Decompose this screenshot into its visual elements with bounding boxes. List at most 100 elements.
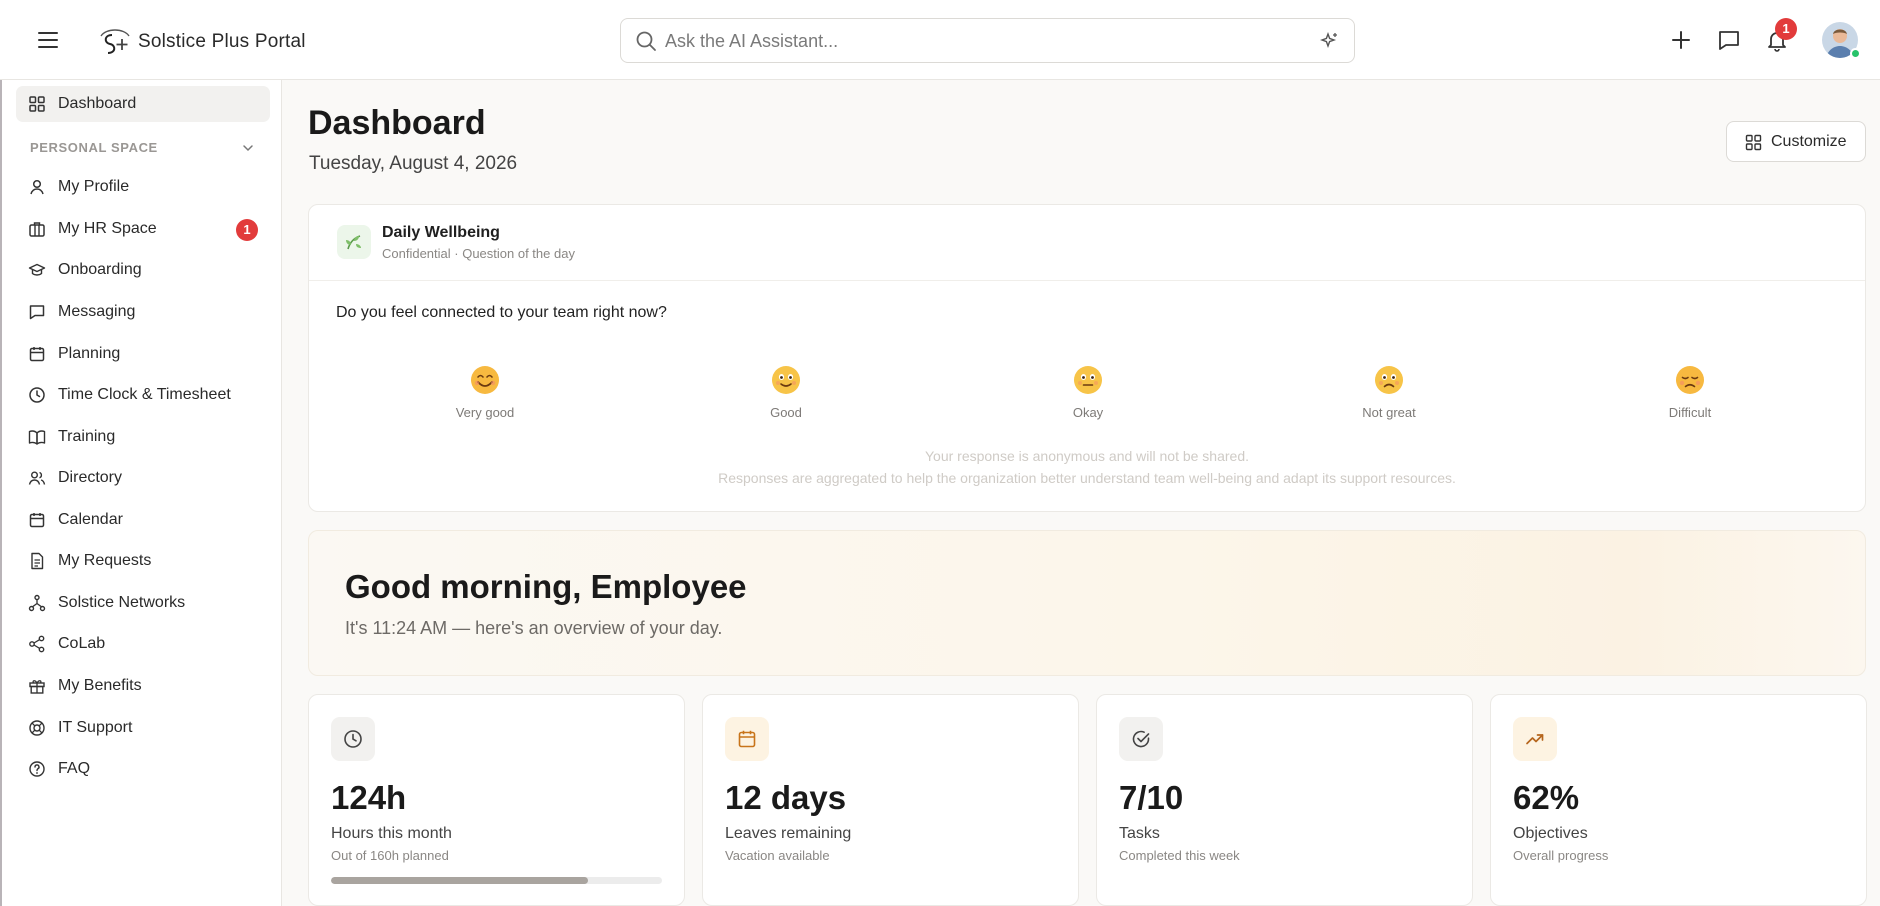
sidebar-item-directory[interactable]: Directory	[16, 460, 270, 496]
wellbeing-subtitle: Confidential · Question of the day	[382, 246, 575, 261]
mood-label: Okay	[1072, 405, 1104, 420]
mood-option-not-great[interactable]: Not great	[1329, 355, 1449, 425]
sidebar-item-label: FAQ	[58, 760, 91, 777]
section-label-personal-space: PERSONAL SPACE	[30, 140, 158, 155]
sidebar-item-label: Training	[58, 428, 116, 445]
wellbeing-question: Do you feel connected to your team right…	[336, 304, 667, 321]
stat-subtext: Overall progress	[1513, 848, 1609, 863]
mood-label: Very good	[455, 405, 515, 420]
sparkles-icon[interactable]	[1320, 31, 1340, 51]
hr-space-badge: 1	[236, 219, 258, 241]
sidebar-item-label: My Benefits	[58, 677, 142, 694]
briefcase-icon	[29, 222, 45, 237]
ai-search-bar[interactable]	[620, 18, 1355, 63]
network-icon	[28, 594, 46, 612]
customize-button[interactable]: Customize	[1726, 121, 1866, 162]
mood-label: Good	[770, 405, 802, 420]
calendar-icon	[725, 717, 769, 761]
online-status-indicator	[1850, 48, 1861, 59]
stat-card-hours[interactable]: 124h Hours this month Out of 160h planne…	[308, 694, 685, 906]
stat-card-tasks[interactable]: 7/10 Tasks Completed this week	[1096, 694, 1473, 906]
stat-subtext: Vacation available	[725, 848, 830, 863]
stat-value: 12 days	[725, 779, 847, 816]
wellbeing-title: Daily Wellbeing	[382, 224, 500, 241]
greeting-banner: Good morning, Employee It's 11:24 AM — h…	[308, 530, 1866, 676]
hours-progress-fill	[331, 877, 588, 884]
stat-value: 7/10	[1119, 779, 1184, 816]
document-icon	[31, 552, 44, 570]
add-button[interactable]	[1665, 24, 1697, 56]
sidebar-item-planning[interactable]: Planning	[16, 336, 270, 372]
sidebar-item-colab[interactable]: CoLab	[16, 626, 270, 662]
stat-value: 124h	[331, 779, 407, 816]
sidebar-item-solstice-networks[interactable]: Solstice Networks	[16, 585, 270, 621]
clock-icon	[29, 387, 45, 403]
mood-option-difficult[interactable]: Difficult	[1630, 355, 1750, 425]
lifebuoy-icon	[29, 720, 45, 736]
help-icon	[29, 761, 45, 777]
wellbeing-card: Daily Wellbeing Confidential · Question …	[308, 204, 1866, 512]
sidebar-item-my-benefits[interactable]: My Benefits	[16, 668, 270, 704]
greeting-title: Good morning, Employee	[345, 568, 747, 605]
app-title: Solstice Plus Portal	[138, 31, 306, 52]
stat-card-leaves[interactable]: 12 days Leaves remaining Vacation availa…	[702, 694, 1079, 906]
message-icon	[1719, 31, 1739, 50]
search-icon	[636, 31, 656, 51]
sidebar-item-time-clock[interactable]: Time Clock & Timesheet	[16, 377, 270, 413]
smiling-face-icon	[471, 366, 499, 394]
wellbeing-header: Daily Wellbeing Confidential · Question …	[309, 205, 1865, 281]
calendar-icon	[29, 513, 45, 528]
sidebar-item-faq[interactable]: FAQ	[16, 751, 270, 787]
messages-button[interactable]	[1713, 24, 1745, 56]
top-bar: Solstice Plus Portal 1	[0, 0, 1880, 80]
frowning-face-icon	[1375, 366, 1403, 394]
mood-label: Not great	[1362, 405, 1416, 420]
grid-icon	[29, 96, 45, 112]
sidebar-item-my-hr-space[interactable]: My HR Space 1	[16, 211, 270, 247]
ai-search-input[interactable]	[665, 25, 1285, 57]
stat-label: Hours this month	[331, 825, 452, 842]
slightly-smiling-face-icon	[772, 366, 800, 394]
chevron-down-icon[interactable]	[240, 140, 256, 156]
stat-label: Leaves remaining	[725, 825, 852, 842]
calendar-icon	[29, 347, 45, 362]
hours-progress-bar	[331, 877, 662, 884]
book-icon	[28, 430, 46, 445]
graduation-cap-icon	[28, 263, 46, 276]
mood-option-okay[interactable]: Okay	[1028, 355, 1148, 425]
sidebar: Dashboard PERSONAL SPACE My Profile My H…	[0, 80, 282, 906]
sidebar-item-label: Calendar	[58, 511, 123, 528]
stat-subtext: Out of 160h planned	[331, 848, 449, 863]
sidebar-item-my-profile[interactable]: My Profile	[16, 169, 270, 205]
menu-icon[interactable]	[36, 28, 62, 52]
sidebar-item-label: My Requests	[58, 552, 152, 569]
mood-option-good[interactable]: Good	[726, 355, 846, 425]
sidebar-item-label: IT Support	[58, 719, 133, 736]
stat-value: 62%	[1513, 779, 1580, 816]
sidebar-item-onboarding[interactable]: Onboarding	[16, 252, 270, 288]
sidebar-item-calendar[interactable]: Calendar	[16, 502, 270, 538]
sidebar-item-label: Dashboard	[58, 95, 137, 112]
user-icon	[30, 179, 44, 195]
plus-icon	[1672, 31, 1690, 49]
gift-icon	[29, 680, 45, 694]
sidebar-item-training[interactable]: Training	[16, 419, 270, 455]
sidebar-item-dashboard[interactable]: Dashboard	[16, 86, 270, 122]
share-icon	[29, 635, 45, 653]
wellbeing-anonymity-note: Your response is anonymous and will not …	[924, 448, 1250, 464]
stat-card-objectives[interactable]: 62% Objectives Overall progress	[1490, 694, 1867, 906]
sidebar-item-label: My Profile	[58, 178, 130, 195]
sidebar-item-label: Solstice Networks	[58, 594, 186, 611]
mood-option-very-good[interactable]: Very good	[425, 355, 545, 425]
sidebar-item-it-support[interactable]: IT Support	[16, 710, 270, 746]
users-icon	[28, 471, 46, 485]
check-circle-icon	[1119, 717, 1163, 761]
trending-up-icon	[1513, 717, 1557, 761]
sidebar-item-my-requests[interactable]: My Requests	[16, 543, 270, 579]
stat-subtext: Completed this week	[1119, 848, 1240, 863]
clock-icon	[331, 717, 375, 761]
pensive-face-icon	[1676, 366, 1704, 394]
greeting-subtitle: It's 11:24 AM — here's an overview of yo…	[345, 618, 723, 638]
sidebar-item-messaging[interactable]: Messaging	[16, 294, 270, 330]
page-date: Tuesday, August 4, 2026	[309, 153, 518, 174]
